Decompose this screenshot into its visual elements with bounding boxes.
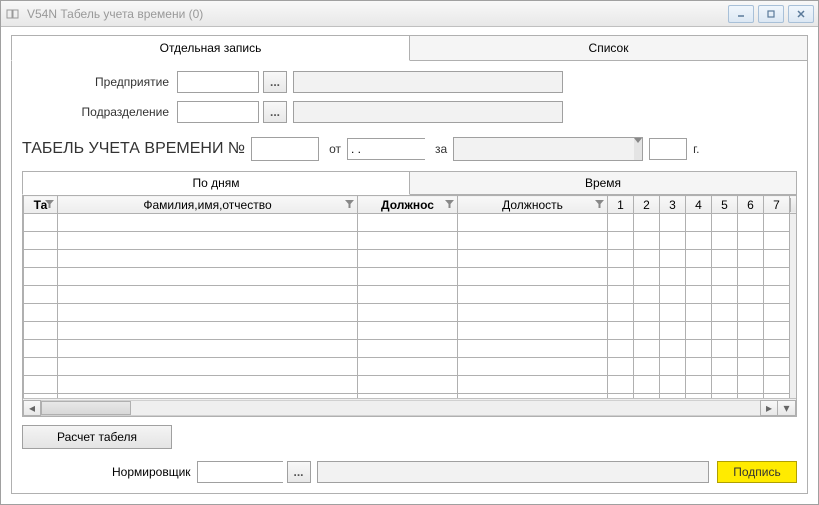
table-row[interactable] (24, 250, 797, 268)
grid-table: Та Фамилия,имя,отчество Должнос Должност… (23, 195, 796, 398)
content-area: Отдельная запись Список Предприятие ... … (1, 27, 818, 504)
tab-by-days[interactable]: По дням (22, 171, 410, 195)
enterprise-combo[interactable] (177, 71, 259, 93)
titlebar: V54N Табель учета времени (0) (1, 1, 818, 27)
department-name-field (293, 101, 563, 123)
table-row[interactable] (24, 322, 797, 340)
normalizer-lookup-button[interactable]: ... (287, 461, 311, 483)
sign-button[interactable]: Подпись (717, 461, 797, 483)
row-department: Подразделение ... (22, 99, 797, 125)
col-day-7[interactable]: 7 (764, 196, 790, 214)
window-controls (728, 5, 814, 23)
department-lookup-button[interactable]: ... (263, 101, 287, 123)
window-title: V54N Табель учета времени (0) (27, 7, 728, 21)
scroll-left-icon[interactable]: ◂ (23, 400, 41, 416)
table-row[interactable] (24, 394, 797, 399)
label-department: Подразделение (22, 105, 177, 119)
table-row[interactable] (24, 268, 797, 286)
col-position-code[interactable]: Должнос (358, 196, 458, 214)
col-fio[interactable]: Фамилия,имя,отчество (58, 196, 358, 214)
app-icon (5, 6, 21, 22)
normalizer-name-field (317, 461, 709, 483)
normalizer-combo[interactable] (197, 461, 283, 483)
sign-row: Нормировщик ... Подпись (22, 461, 797, 483)
table-row[interactable] (24, 358, 797, 376)
col-ta[interactable]: Та (24, 196, 58, 214)
table-row[interactable] (24, 376, 797, 394)
tab-time[interactable]: Время (410, 171, 797, 195)
row-enterprise: Предприятие ... (22, 69, 797, 95)
filter-icon[interactable] (343, 198, 355, 210)
label-enterprise: Предприятие (22, 75, 177, 89)
table-row[interactable] (24, 304, 797, 322)
main-tabs: Отдельная запись Список (11, 35, 808, 61)
vscroll-down[interactable]: ▾ (778, 400, 796, 416)
from-label: от (329, 142, 341, 156)
grid-body (24, 214, 797, 399)
calculate-button[interactable]: Расчет табеля (22, 425, 172, 449)
col-day-2[interactable]: 2 (634, 196, 660, 214)
enterprise-name-field (293, 71, 563, 93)
minimize-button[interactable] (728, 5, 754, 23)
maximize-button[interactable] (758, 5, 784, 23)
tab-single-record[interactable]: Отдельная запись (11, 35, 410, 61)
for-label: за (435, 142, 447, 156)
scroll-right-icon[interactable]: ▸ (760, 400, 778, 416)
tab-list[interactable]: Список (410, 35, 808, 61)
month-combo[interactable] (453, 137, 643, 161)
col-day-1[interactable]: 1 (608, 196, 634, 214)
vscroll-up[interactable]: ▴ (790, 196, 797, 214)
year-field[interactable] (649, 138, 687, 160)
doc-title: ТАБЕЛЬ УЧЕТА ВРЕМЕНИ № (22, 140, 245, 158)
table-row[interactable] (24, 214, 797, 232)
scroll-track[interactable] (41, 400, 760, 416)
bottom-row: Расчет табеля (22, 425, 797, 449)
data-grid[interactable]: Та Фамилия,имя,отчество Должнос Должност… (23, 195, 796, 398)
close-button[interactable] (788, 5, 814, 23)
col-position[interactable]: Должность (458, 196, 608, 214)
sub-tabs: По дням Время (22, 171, 797, 195)
form-panel: Предприятие ... Подразделение ... ТАБЕЛЬ (11, 61, 808, 494)
col-day-6[interactable]: 6 (738, 196, 764, 214)
scroll-thumb[interactable] (41, 401, 131, 415)
filter-icon[interactable] (443, 198, 455, 210)
chevron-down-icon[interactable] (634, 138, 642, 160)
enterprise-lookup-button[interactable]: ... (263, 71, 287, 93)
header-row: Та Фамилия,имя,отчество Должнос Должност… (24, 196, 797, 214)
filter-icon[interactable] (43, 198, 55, 210)
app-window: V54N Табель учета времени (0) Отдельная … (0, 0, 819, 505)
col-day-4[interactable]: 4 (686, 196, 712, 214)
date-combo[interactable] (347, 138, 425, 160)
col-day-5[interactable]: 5 (712, 196, 738, 214)
grid-container: Та Фамилия,имя,отчество Должнос Должност… (22, 195, 797, 417)
normalizer-label: Нормировщик (112, 465, 191, 479)
department-combo[interactable] (177, 101, 259, 123)
filter-icon[interactable] (593, 198, 605, 210)
horizontal-scrollbar[interactable]: ◂ ▸ ▾ (23, 398, 796, 416)
table-row[interactable] (24, 340, 797, 358)
table-row[interactable] (24, 286, 797, 304)
table-row[interactable] (24, 232, 797, 250)
col-day-3[interactable]: 3 (660, 196, 686, 214)
year-suffix: г. (693, 142, 699, 156)
document-header: ТАБЕЛЬ УЧЕТА ВРЕМЕНИ № от за г. (22, 137, 797, 161)
doc-number-field[interactable] (251, 137, 319, 161)
